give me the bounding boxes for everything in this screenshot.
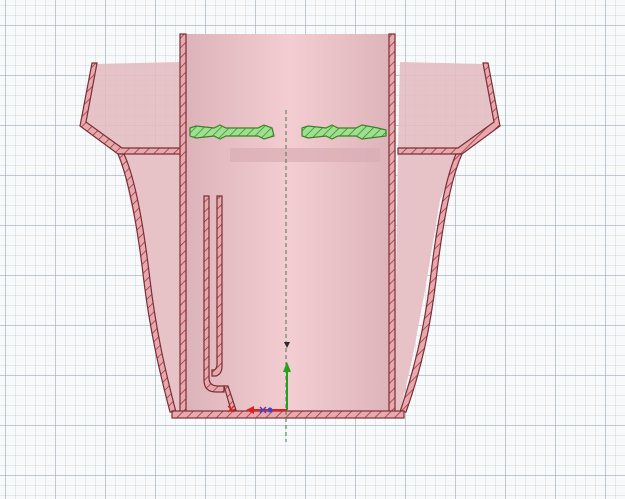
- section-base-plate: [171, 410, 405, 419]
- section-view-drawing[interactable]: [0, 0, 625, 499]
- cad-viewport-canvas[interactable]: [0, 0, 625, 499]
- part-body-shading: [80, 34, 498, 412]
- origin-point-icon: [267, 407, 273, 413]
